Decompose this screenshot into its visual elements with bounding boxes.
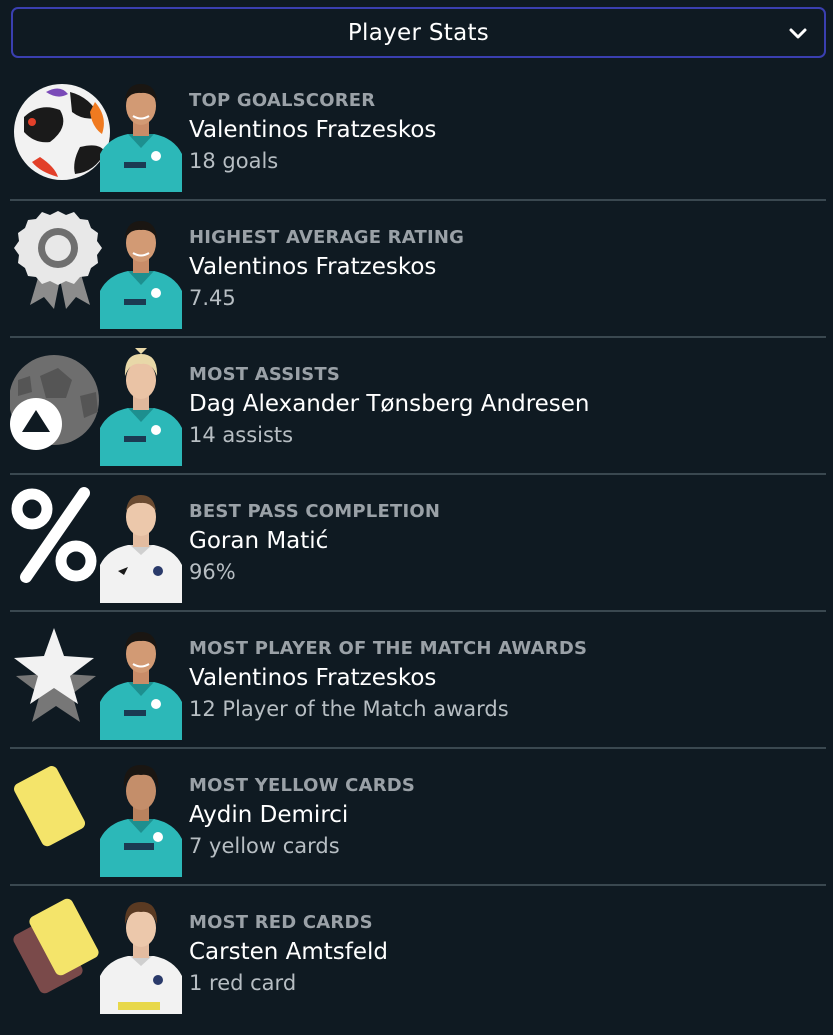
assist-ball-icon: [10, 355, 99, 450]
player-name[interactable]: Carsten Amtsfeld: [189, 936, 388, 968]
player-portrait: [100, 620, 182, 740]
stat-text: MOST PLAYER OF THE MATCH AWARDS Valentin…: [189, 638, 587, 724]
stats-type-dropdown[interactable]: Player Stats: [11, 7, 826, 58]
player-name[interactable]: Valentinos Fratzeskos: [189, 251, 464, 283]
stat-category: MOST PLAYER OF THE MATCH AWARDS: [189, 638, 588, 659]
stat-value: 96%: [189, 560, 236, 584]
stat-category: HIGHEST AVERAGE RATING: [189, 227, 465, 248]
player-name[interactable]: Goran Matić: [189, 525, 440, 557]
dropdown-label: Player Stats: [347, 19, 490, 46]
stat-row-most-potm-awards[interactable]: MOST PLAYER OF THE MATCH AWARDS Valentin…: [10, 612, 826, 749]
player-portrait: [100, 346, 182, 466]
stat-value: 14 assists: [189, 423, 294, 447]
stat-text: MOST RED CARDS Carsten Amtsfeld 1 red ca…: [189, 912, 388, 998]
stat-value: 7 yellow cards: [189, 834, 340, 858]
stat-category: MOST YELLOW CARDS: [189, 775, 416, 796]
stat-category: BEST PASS COMPLETION: [189, 501, 441, 522]
stat-text: MOST YELLOW CARDS Aydin Demirci 7 yellow…: [189, 775, 415, 861]
stat-row-highest-average-rating[interactable]: HIGHEST AVERAGE RATING Valentinos Fratze…: [10, 201, 826, 338]
yellow-card-icon: [14, 766, 86, 847]
stat-text: TOP GOALSCORER Valentinos Fratzeskos 18 …: [189, 90, 436, 176]
stat-category: MOST RED CARDS: [189, 912, 373, 933]
stat-row-most-yellow-cards[interactable]: MOST YELLOW CARDS Aydin Demirci 7 yellow…: [10, 749, 826, 886]
player-portrait: [100, 72, 182, 192]
player-portrait: [100, 483, 182, 603]
chevron-down-icon: [789, 28, 807, 38]
player-name[interactable]: Valentinos Fratzeskos: [189, 662, 587, 694]
stat-category: MOST ASSISTS: [189, 364, 341, 385]
football-icon: [14, 84, 110, 180]
stat-text: HIGHEST AVERAGE RATING Valentinos Fratze…: [189, 227, 464, 313]
player-portrait: [100, 209, 182, 329]
stat-text: BEST PASS COMPLETION Goran Matić 96%: [189, 501, 440, 587]
stat-value: 12 Player of the Match awards: [189, 697, 509, 721]
stat-value: 18 goals: [189, 149, 279, 173]
stat-text: MOST ASSISTS Dag Alexander Tønsberg Andr…: [189, 364, 590, 450]
stat-value: 7.45: [189, 286, 236, 310]
star-icon: [14, 628, 96, 722]
stat-row-most-red-cards[interactable]: MOST RED CARDS Carsten Amtsfeld 1 red ca…: [10, 886, 826, 1023]
stat-value: 1 red card: [189, 971, 297, 995]
percent-icon: [11, 487, 97, 583]
stat-row-top-goalscorer[interactable]: TOP GOALSCORER Valentinos Fratzeskos 18 …: [10, 64, 826, 201]
stat-row-best-pass-completion[interactable]: BEST PASS COMPLETION Goran Matić 96%: [10, 475, 826, 612]
player-stats-list: TOP GOALSCORER Valentinos Fratzeskos 18 …: [10, 64, 826, 1023]
player-name[interactable]: Dag Alexander Tønsberg Andresen: [189, 388, 590, 420]
rosette-icon: [14, 211, 102, 309]
stat-row-most-assists[interactable]: MOST ASSISTS Dag Alexander Tønsberg Andr…: [10, 338, 826, 475]
red-card-icon: [13, 898, 99, 994]
player-portrait: [100, 757, 182, 877]
stat-category: TOP GOALSCORER: [189, 90, 376, 111]
player-portrait: [100, 894, 182, 1014]
player-name[interactable]: Valentinos Fratzeskos: [189, 114, 436, 146]
player-name[interactable]: Aydin Demirci: [189, 799, 415, 831]
